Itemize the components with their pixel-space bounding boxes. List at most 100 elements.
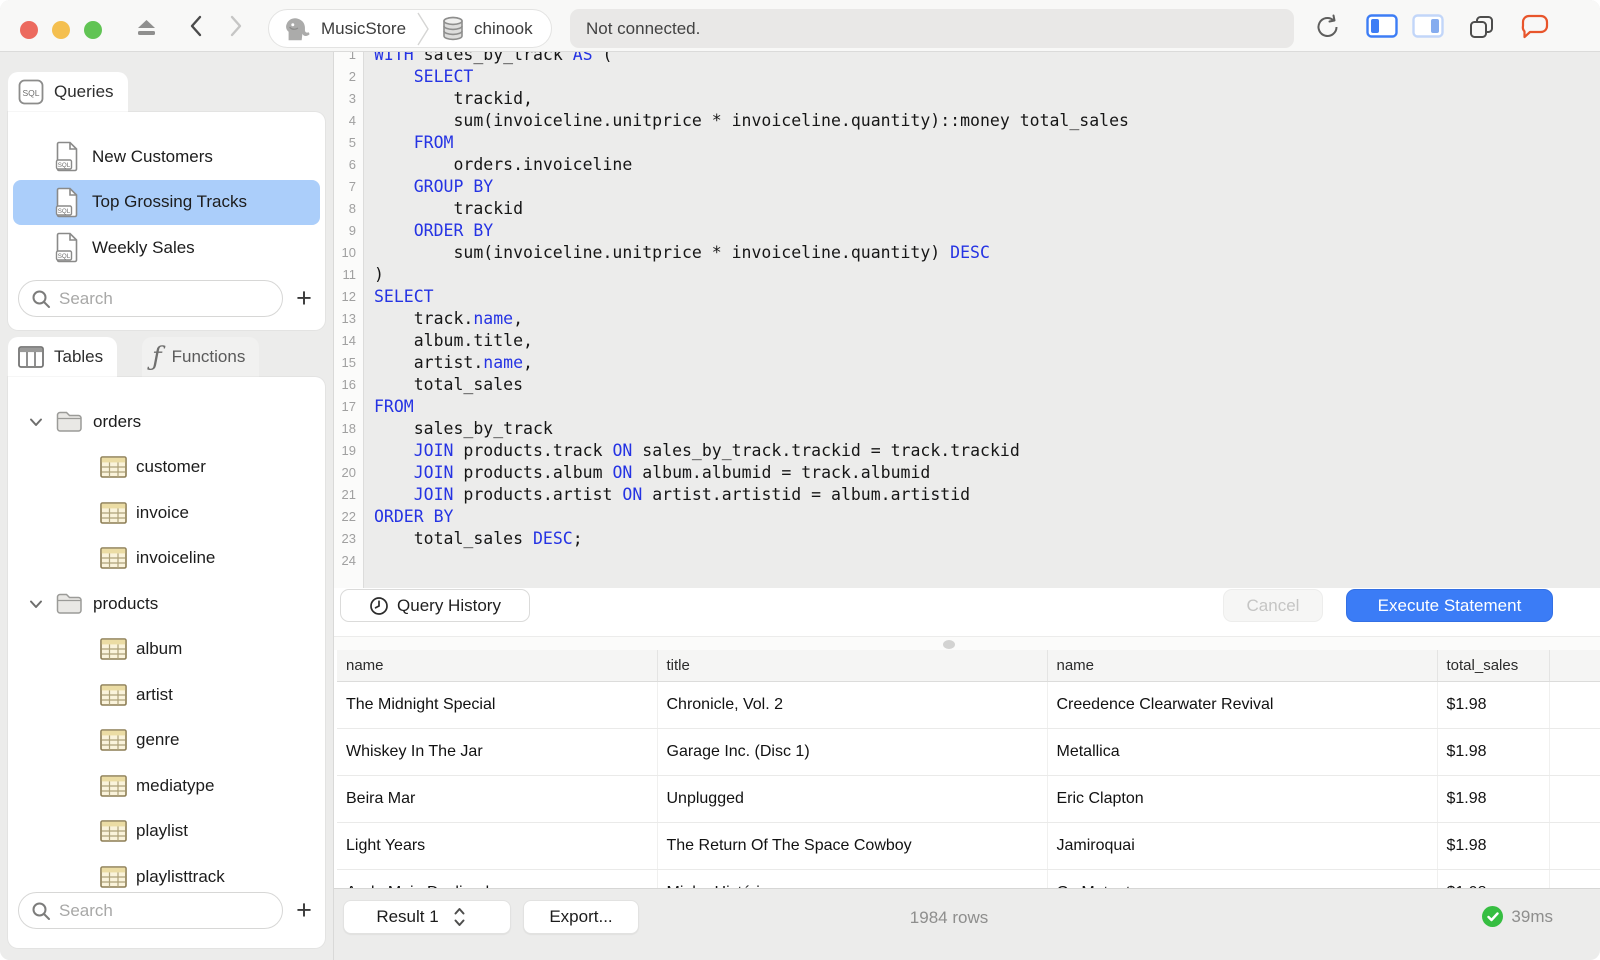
query-list-item[interactable]: SQL New Customers	[13, 134, 320, 180]
table-row[interactable]: Ando Meio DesligadoMinha HistóriaOs Muta…	[337, 869, 1600, 888]
code-line[interactable]: FROM	[374, 396, 1600, 418]
tables-search-input[interactable]	[59, 900, 259, 921]
tree-table-row[interactable]: artist	[8, 672, 325, 718]
code-line[interactable]: JOIN products.artist ON artist.artistid …	[374, 484, 1600, 506]
chevron-down-icon[interactable]	[28, 414, 44, 430]
tab-functions[interactable]: ƒ Functions	[142, 337, 260, 377]
tree-table-row[interactable]: mediatype	[8, 763, 325, 809]
code-line[interactable]: trackid	[374, 198, 1600, 220]
code-line[interactable]: sales_by_track	[374, 418, 1600, 440]
table-cell[interactable]: Ando Meio Desligado	[337, 869, 658, 888]
tab-queries[interactable]: SQL Queries	[8, 72, 128, 112]
refresh-icon[interactable]	[1314, 14, 1342, 40]
code-line[interactable]: WITH sales_by_track AS (	[374, 52, 1600, 66]
result-selector[interactable]: Result 1	[343, 900, 511, 934]
code-line[interactable]: FROM	[374, 132, 1600, 154]
query-list-item[interactable]: SQL Top Grossing Tracks	[13, 179, 320, 225]
line-number: 23	[341, 531, 356, 546]
add-table-button[interactable]: +	[291, 896, 317, 926]
tree-table-row[interactable]: genre	[8, 718, 325, 764]
code-line[interactable]: SELECT	[374, 286, 1600, 308]
queries-search[interactable]	[18, 280, 283, 317]
tree-table-row[interactable]: invoice	[8, 490, 325, 536]
code-line[interactable]: total_sales	[374, 374, 1600, 396]
column-header[interactable]: name	[337, 650, 658, 682]
right-sidebar-toggle-icon[interactable]	[1412, 14, 1444, 38]
tab-tables[interactable]: Tables	[8, 337, 118, 377]
table-cell[interactable]: The Midnight Special	[337, 681, 658, 729]
query-history-button[interactable]: Query History	[340, 589, 530, 622]
tree-table-row[interactable]: playlist	[8, 809, 325, 855]
code-line[interactable]: GROUP BY	[374, 176, 1600, 198]
code-line[interactable]: sum(invoiceline.unitprice * invoiceline.…	[374, 110, 1600, 132]
code-line[interactable]: trackid,	[374, 88, 1600, 110]
table-cell[interactable]: Whiskey In The Jar	[337, 728, 658, 776]
sql-editor[interactable]: 1 2 3 4 5 6 7 8 9 10 11 12 13 14 15 16 17 18 19 20 21 22 23 24 …	[334, 52, 1600, 588]
back-icon[interactable]	[188, 14, 204, 38]
table-cell[interactable]: Unplugged	[657, 775, 1048, 823]
table-cell[interactable]: The Return Of The Space Cowboy	[657, 822, 1048, 870]
eject-icon[interactable]	[135, 17, 158, 37]
code-line[interactable]: total_sales DESC;	[374, 528, 1600, 550]
forward-icon[interactable]	[228, 14, 244, 38]
queries-search-input[interactable]	[59, 288, 259, 309]
add-query-button[interactable]: +	[291, 284, 317, 314]
code-line[interactable]: track.name,	[374, 308, 1600, 330]
close-icon[interactable]	[20, 21, 38, 39]
table-cell[interactable]: Eric Clapton	[1047, 775, 1438, 823]
table-cell[interactable]: $1.98	[1437, 775, 1550, 823]
left-sidebar-toggle-icon[interactable]	[1366, 14, 1398, 38]
code-line[interactable]: )	[374, 264, 1600, 286]
tree-table-row[interactable]: invoiceline	[8, 536, 325, 582]
table-cell[interactable]: Os Mutantes	[1047, 869, 1438, 888]
table-cell[interactable]: $1.98	[1437, 822, 1550, 870]
table-cell[interactable]: Light Years	[337, 822, 658, 870]
tree-item-label: invoiceline	[136, 548, 216, 568]
code-line[interactable]: ORDER BY	[374, 506, 1600, 528]
tables-search[interactable]	[18, 892, 283, 929]
code-line[interactable]: SELECT	[374, 66, 1600, 88]
code-line[interactable]: ORDER BY	[374, 220, 1600, 242]
code-line[interactable]: JOIN products.track ON sales_by_track.tr…	[374, 440, 1600, 462]
zoom-icon[interactable]	[84, 21, 102, 39]
table-cell[interactable]: $1.98	[1437, 869, 1550, 888]
feedback-icon[interactable]	[1520, 14, 1550, 40]
table-cell[interactable]: Garage Inc. (Disc 1)	[657, 728, 1048, 776]
code-line[interactable]	[374, 550, 1600, 572]
tree-table-row[interactable]: customer	[8, 445, 325, 491]
tree-table-row[interactable]: album	[8, 627, 325, 673]
table-cell[interactable]: $1.98	[1437, 681, 1550, 729]
tree-folder-row[interactable]: products	[8, 581, 325, 627]
code-line[interactable]: JOIN products.album ON album.albumid = t…	[374, 462, 1600, 484]
breadcrumb-database[interactable]: chinook	[474, 19, 533, 39]
table-row[interactable]: Beira Mar Unplugged Eric Clapton $1.98	[337, 775, 1600, 823]
table-cell[interactable]: Chronicle, Vol. 2	[657, 681, 1048, 729]
query-list-item[interactable]: SQL Weekly Sales	[13, 225, 320, 271]
code-line[interactable]: sum(invoiceline.unitprice * invoiceline.…	[374, 242, 1600, 264]
column-header[interactable]: total_sales	[1437, 650, 1550, 682]
tree-folder-row[interactable]: orders	[8, 399, 325, 445]
export-button[interactable]: Export...	[523, 900, 639, 934]
table-cell[interactable]: Jamiroquai	[1047, 822, 1438, 870]
chevron-down-icon[interactable]	[28, 596, 44, 612]
queries-panel: SQL New Customers SQL Top Grossing Tracks SQ…	[8, 112, 325, 330]
breadcrumb-server[interactable]: MusicStore	[321, 19, 406, 39]
table-row[interactable]: Light Years The Return Of The Space Cowbo…	[337, 822, 1600, 870]
column-header[interactable]: name	[1047, 650, 1438, 682]
windows-icon[interactable]	[1468, 14, 1496, 40]
results-table[interactable]: name title name total_sales The Midnight Spe…	[337, 650, 1600, 888]
table-cell[interactable]: Creedence Clearwater Revival	[1047, 681, 1438, 729]
table-cell[interactable]: Metallica	[1047, 728, 1438, 776]
code-line[interactable]: orders.invoiceline	[374, 154, 1600, 176]
table-cell[interactable]: Beira Mar	[337, 775, 658, 823]
table-cell[interactable]: Minha História	[657, 869, 1048, 888]
execute-statement-button[interactable]: Execute Statement	[1346, 589, 1553, 622]
table-row[interactable]: The Midnight Special Chronicle, Vol. 2 Cre…	[337, 681, 1600, 729]
pane-splitter[interactable]	[334, 636, 1600, 650]
table-cell[interactable]: $1.98	[1437, 728, 1550, 776]
column-header[interactable]: title	[657, 650, 1048, 682]
code-line[interactable]: album.title,	[374, 330, 1600, 352]
code-line[interactable]: artist.name,	[374, 352, 1600, 374]
table-row[interactable]: Whiskey In The Jar Garage Inc. (Disc 1) Me…	[337, 728, 1600, 776]
minimize-icon[interactable]	[52, 21, 70, 39]
